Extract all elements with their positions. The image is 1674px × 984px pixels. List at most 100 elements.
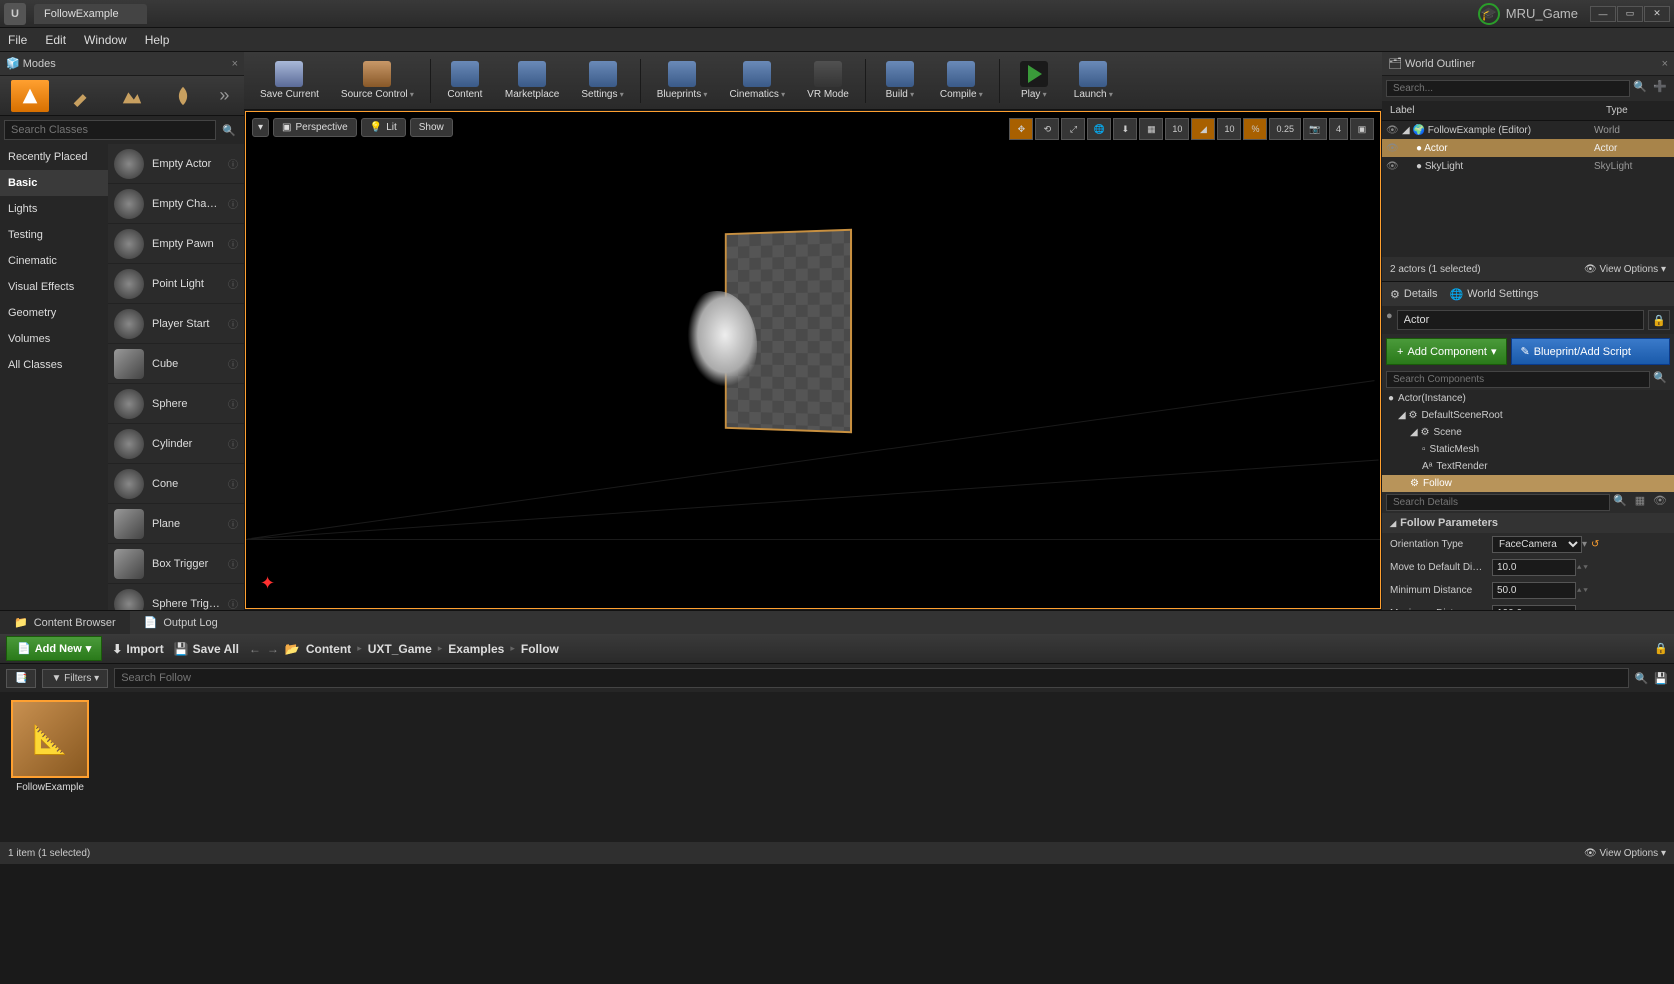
category-item[interactable]: Lights: [0, 196, 108, 222]
category-item[interactable]: Testing: [0, 222, 108, 248]
grid-snap-icon[interactable]: ▦: [1139, 118, 1163, 140]
settings-button[interactable]: Settings: [571, 59, 633, 102]
camera-speed-value[interactable]: 4: [1329, 118, 1348, 140]
import-button[interactable]: ⬇ Import: [112, 642, 163, 656]
view-options-button[interactable]: 👁 View Options ▾: [1584, 264, 1666, 275]
tab-world-settings[interactable]: 🌐 World Settings: [1450, 288, 1539, 301]
info-icon[interactable]: ⓘ: [228, 316, 238, 331]
search-icon[interactable]: 🔍: [1610, 494, 1630, 511]
category-item[interactable]: Cinematic: [0, 248, 108, 274]
build-button[interactable]: Build: [872, 59, 928, 102]
placeable-actor-row[interactable]: Empty Actorⓘ: [108, 144, 244, 184]
param-select[interactable]: FaceCamera: [1492, 536, 1582, 553]
info-icon[interactable]: ⓘ: [228, 436, 238, 451]
add-folder-icon[interactable]: ➕: [1650, 80, 1670, 97]
tab-details[interactable]: ⚙ Details: [1390, 288, 1438, 301]
maximize-viewport-icon[interactable]: ▣: [1350, 118, 1374, 140]
category-item[interactable]: All Classes: [0, 352, 108, 378]
search-components-input[interactable]: [1386, 371, 1650, 388]
search-icon[interactable]: 🔍: [1650, 371, 1670, 388]
transform-rotate-icon[interactable]: ⟲: [1035, 118, 1059, 140]
ue-logo-icon[interactable]: U: [4, 3, 26, 25]
component-row[interactable]: ◢ ⚙ DefaultSceneRoot: [1382, 407, 1674, 424]
placeable-actor-row[interactable]: Cylinderⓘ: [108, 424, 244, 464]
grid-snap-value[interactable]: 10: [1165, 118, 1189, 140]
info-icon[interactable]: ⓘ: [228, 516, 238, 531]
blueprints-button[interactable]: Blueprints: [647, 59, 718, 102]
view-options-button[interactable]: 👁 View Options ▾: [1584, 848, 1666, 859]
minimize-button[interactable]: —: [1590, 6, 1616, 22]
paint-mode-icon[interactable]: [62, 80, 100, 112]
category-item[interactable]: Basic: [0, 170, 108, 196]
placeable-actor-row[interactable]: Point Lightⓘ: [108, 264, 244, 304]
angle-snap-icon[interactable]: ◢: [1191, 118, 1215, 140]
info-icon[interactable]: ⓘ: [228, 236, 238, 251]
close-button[interactable]: ✕: [1644, 6, 1670, 22]
placeable-actor-row[interactable]: Empty Characterⓘ: [108, 184, 244, 224]
lit-button[interactable]: 💡 Lit: [361, 118, 406, 137]
actor-name-input[interactable]: [1397, 310, 1644, 330]
outliner-row[interactable]: 👁● SkyLightSkyLight: [1382, 157, 1674, 175]
add-new-button[interactable]: 📄 Add New ▾: [6, 636, 102, 661]
breadcrumb[interactable]: Follow: [521, 642, 559, 656]
placeable-actor-row[interactable]: Empty Pawnⓘ: [108, 224, 244, 264]
level-tab[interactable]: FollowExample: [34, 4, 147, 24]
menu-window[interactable]: Window: [84, 33, 127, 47]
dropdown-icon[interactable]: ▾: [1582, 539, 1587, 550]
scale-snap-value[interactable]: 0.25: [1269, 118, 1301, 140]
viewport-menu-icon[interactable]: ▾: [252, 118, 269, 137]
category-item[interactable]: Visual Effects: [0, 274, 108, 300]
outliner-row[interactable]: 👁● ActorActor: [1382, 139, 1674, 157]
sources-toggle-icon[interactable]: 📑: [6, 669, 36, 688]
more-modes-icon[interactable]: »: [215, 85, 233, 106]
tab-output-log[interactable]: 📄 Output Log: [130, 611, 232, 634]
param-number-input[interactable]: [1492, 605, 1576, 610]
category-item[interactable]: Geometry: [0, 300, 108, 326]
placeable-actor-row[interactable]: Cubeⓘ: [108, 344, 244, 384]
spinner-icon[interactable]: ⯅⯆: [1576, 609, 1589, 610]
coord-space-icon[interactable]: 🌐: [1087, 118, 1111, 140]
search-assets-input[interactable]: [114, 668, 1628, 688]
breadcrumb[interactable]: UXT_Game: [368, 642, 432, 656]
search-details-input[interactable]: [1386, 494, 1610, 511]
placeable-actor-row[interactable]: Coneⓘ: [108, 464, 244, 504]
lock-icon[interactable]: 🔒: [1654, 642, 1668, 655]
spinner-icon[interactable]: ⯅⯆: [1576, 563, 1589, 572]
transform-scale-icon[interactable]: ⤢: [1061, 118, 1085, 140]
info-icon[interactable]: ⓘ: [228, 396, 238, 411]
component-row-follow[interactable]: ⚙ Follow: [1382, 475, 1674, 492]
reset-icon[interactable]: ↺: [1591, 539, 1599, 550]
info-icon[interactable]: ⓘ: [228, 596, 238, 610]
save-search-icon[interactable]: 💾: [1654, 672, 1668, 685]
outliner-search-input[interactable]: [1386, 80, 1630, 97]
camera-speed-icon[interactable]: 📷: [1303, 118, 1327, 140]
blueprint-add-script-button[interactable]: ✎ Blueprint/Add Script: [1511, 338, 1670, 365]
cinematics-button[interactable]: Cinematics: [719, 59, 795, 102]
asset-tile[interactable]: 📐 FollowExample: [8, 700, 92, 834]
placeable-actor-row[interactable]: Box Triggerⓘ: [108, 544, 244, 584]
folder-icon[interactable]: 📂: [285, 642, 300, 656]
menu-edit[interactable]: Edit: [45, 33, 66, 47]
save-current-button[interactable]: Save Current: [250, 59, 329, 102]
placeable-actor-row[interactable]: Planeⓘ: [108, 504, 244, 544]
graduation-cap-icon[interactable]: 🎓: [1478, 3, 1500, 25]
perspective-button[interactable]: ▣ Perspective: [273, 118, 357, 137]
placeable-actor-row[interactable]: Sphere Triggerⓘ: [108, 584, 244, 610]
category-item[interactable]: Recently Placed: [0, 144, 108, 170]
placeable-actor-row[interactable]: Sphereⓘ: [108, 384, 244, 424]
close-icon[interactable]: ×: [232, 58, 238, 70]
show-button[interactable]: Show: [410, 118, 453, 137]
eye-icon[interactable]: 👁: [1650, 494, 1670, 511]
category-item[interactable]: Volumes: [0, 326, 108, 352]
scale-snap-icon[interactable]: %: [1243, 118, 1267, 140]
visibility-eye-icon[interactable]: 👁: [1386, 161, 1402, 172]
surface-snap-icon[interactable]: ⬇: [1113, 118, 1137, 140]
info-icon[interactable]: ⓘ: [228, 356, 238, 371]
search-icon[interactable]: 🔍: [1635, 672, 1649, 685]
search-icon[interactable]: 🔍: [218, 120, 240, 140]
component-row[interactable]: Aᵃ TextRender: [1382, 458, 1674, 475]
landscape-mode-icon[interactable]: [113, 80, 151, 112]
place-mode-icon[interactable]: [11, 80, 49, 112]
component-row[interactable]: ▫ StaticMesh: [1382, 441, 1674, 458]
filters-button[interactable]: ▼ Filters ▾: [42, 669, 108, 688]
